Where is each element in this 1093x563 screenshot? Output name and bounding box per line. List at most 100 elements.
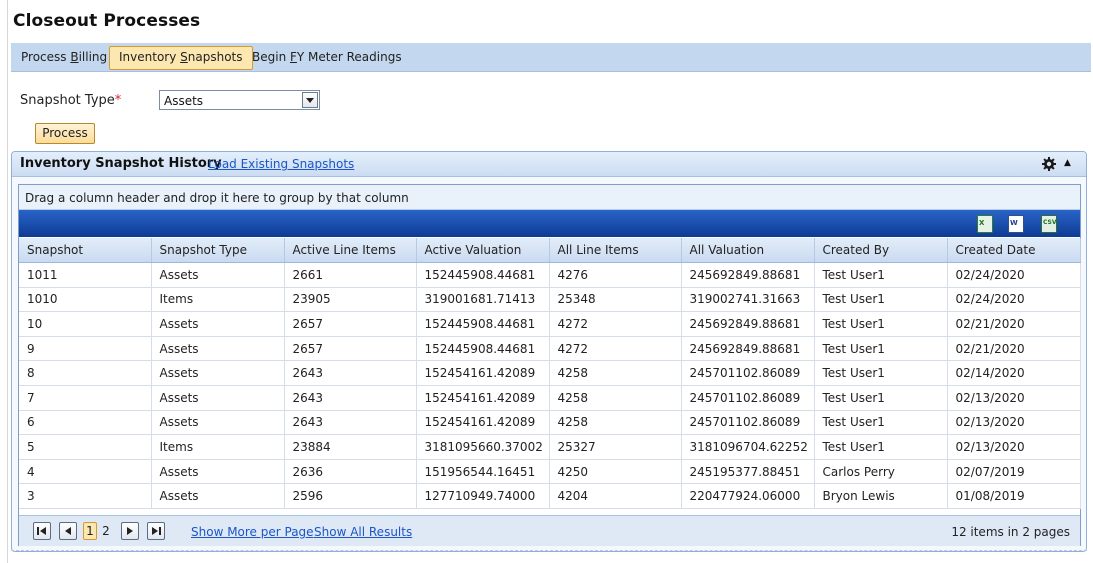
cell-created-date: 02/24/2020 <box>947 262 1081 288</box>
tab-accelerator: F <box>290 50 297 64</box>
panel-header: Inventory Snapshot History Load Existing… <box>12 152 1086 177</box>
page-number-current[interactable]: 1 <box>83 522 97 540</box>
table-row[interactable]: 10 Assets 2657 152445908.44681 4272 245692849… <box>19 311 1081 337</box>
word-export-icon[interactable]: W <box>1008 215 1024 233</box>
next-page-icon <box>127 527 133 535</box>
tab-process-billing[interactable]: Process Billing <box>12 46 116 68</box>
cell-created-by: Test User1 <box>814 287 948 313</box>
snapshot-type-value: Assets <box>164 94 204 108</box>
column-header-active-valuation[interactable]: Active Valuation <box>416 238 550 263</box>
process-button[interactable]: Process <box>35 123 95 144</box>
cell-active-line-items: 2643 <box>284 385 417 411</box>
pager-info: 12 items in 2 pages <box>951 525 1070 539</box>
cell-active-valuation: 151956544.16451 <box>416 459 550 485</box>
cell-snapshot: 4 <box>19 459 152 485</box>
table-row[interactable]: 1011 Assets 2661 152445908.44681 4276 2456928… <box>19 262 1081 288</box>
cell-active-valuation: 152454161.42089 <box>416 410 550 436</box>
cell-active-valuation: 3181095660.37002 <box>416 434 550 460</box>
column-header-snapshot-type[interactable]: Snapshot Type <box>151 238 285 263</box>
column-header-active-line-items[interactable]: Active Line Items <box>284 238 417 263</box>
cell-active-line-items: 2657 <box>284 336 417 362</box>
table-row[interactable]: 3 Assets 2596 127710949.74000 4204 220477924.… <box>19 483 1081 509</box>
cell-snapshot: 1010 <box>19 287 152 313</box>
cell-all-valuation: 319002741.31663 <box>681 287 815 313</box>
cell-all-valuation: 245692849.88681 <box>681 336 815 362</box>
tab-label-start: Inventory <box>119 50 181 64</box>
column-header-all-line-items[interactable]: All Line Items <box>549 238 682 263</box>
cell-all-line-items: 4250 <box>549 459 682 485</box>
inventory-snapshot-history-panel: Inventory Snapshot History Load Existing… <box>11 151 1087 552</box>
cell-created-date: 02/24/2020 <box>947 287 1081 313</box>
show-all-results-link[interactable]: Show All Results <box>314 525 412 539</box>
cell-snapshot-type: Items <box>151 434 285 460</box>
cell-all-valuation: 245692849.88681 <box>681 311 815 337</box>
cell-all-line-items: 4272 <box>549 336 682 362</box>
load-existing-snapshots-link[interactable]: Load Existing Snapshots <box>208 157 354 171</box>
table-row[interactable]: 8 Assets 2643 152454161.42089 4258 245701102.… <box>19 360 1081 386</box>
cell-created-date: 02/14/2020 <box>947 360 1081 386</box>
cell-all-line-items: 25327 <box>549 434 682 460</box>
cell-created-by: Bryon Lewis <box>814 483 948 509</box>
tab-begin-fy-meter-readings[interactable]: Begin FY Meter Readings <box>243 46 411 68</box>
cell-all-line-items: 4272 <box>549 311 682 337</box>
cell-snapshot: 5 <box>19 434 152 460</box>
cell-all-valuation: 245701102.86089 <box>681 385 815 411</box>
cell-snapshot: 8 <box>19 360 152 386</box>
cell-created-by: Test User1 <box>814 336 948 362</box>
gear-icon[interactable] <box>1041 156 1057 172</box>
cell-active-valuation: 152445908.44681 <box>416 336 550 362</box>
table-row[interactable]: 7 Assets 2643 152454161.42089 4258 245701102.… <box>19 385 1081 411</box>
cell-created-date: 02/13/2020 <box>947 434 1081 460</box>
cell-created-by: Test User1 <box>814 410 948 436</box>
cell-active-line-items: 2636 <box>284 459 417 485</box>
last-page-button[interactable] <box>147 522 165 540</box>
tab-inventory-snapshots[interactable]: Inventory Snapshots <box>109 46 253 70</box>
cell-created-date: 02/21/2020 <box>947 336 1081 362</box>
previous-page-button[interactable] <box>59 522 77 540</box>
cell-all-line-items: 25348 <box>549 287 682 313</box>
column-header-created-by[interactable]: Created By <box>814 238 948 263</box>
snapshot-grid: Drag a column header and drop it here to… <box>18 184 1081 546</box>
cell-snapshot: 3 <box>19 483 152 509</box>
snapshot-type-label-text: Snapshot Type <box>20 93 115 108</box>
next-page-button[interactable] <box>121 522 139 540</box>
table-row[interactable]: 6 Assets 2643 152454161.42089 4258 245701102.… <box>19 410 1081 436</box>
table-row[interactable]: 5 Items 23884 3181095660.37002 25327 31810967… <box>19 434 1081 460</box>
cell-snapshot: 10 <box>19 311 152 337</box>
cell-snapshot-type: Assets <box>151 311 285 337</box>
tab-accelerator: B <box>70 50 79 64</box>
cell-all-valuation: 245692849.88681 <box>681 262 815 288</box>
page-title: Closeout Processes <box>13 11 201 31</box>
group-by-panel[interactable]: Drag a column header and drop it here to… <box>19 185 1080 210</box>
panel-divider <box>11 550 1087 551</box>
cell-active-line-items: 2661 <box>284 262 417 288</box>
table-row[interactable]: 4 Assets 2636 151956544.16451 4250 245195377.… <box>19 459 1081 485</box>
cell-all-valuation: 3181096704.62252 <box>681 434 815 460</box>
cell-created-date: 02/13/2020 <box>947 385 1081 411</box>
cell-active-valuation: 152454161.42089 <box>416 385 550 411</box>
snapshot-type-select[interactable]: Assets <box>159 90 320 110</box>
first-page-icon <box>37 527 46 535</box>
cell-snapshot-type: Assets <box>151 459 285 485</box>
excel-export-icon[interactable]: X <box>977 215 993 233</box>
column-header-snapshot[interactable]: Snapshot <box>19 238 152 263</box>
collapse-arrow-icon[interactable]: ▲ <box>1064 158 1071 168</box>
csv-export-icon[interactable]: CSV <box>1041 215 1057 233</box>
cell-snapshot-type: Assets <box>151 360 285 386</box>
column-header-all-valuation[interactable]: All Valuation <box>681 238 815 263</box>
first-page-button[interactable] <box>33 522 51 540</box>
cell-active-valuation: 127710949.74000 <box>416 483 550 509</box>
cell-created-date: 02/13/2020 <box>947 410 1081 436</box>
cell-created-by: Test User1 <box>814 262 948 288</box>
table-row[interactable]: 1010 Items 23905 319001681.71413 25348 319002… <box>19 287 1081 313</box>
chevron-down-icon[interactable] <box>302 92 318 108</box>
page-number[interactable]: 2 <box>99 522 113 540</box>
grid-toolbar: X W CSV <box>19 210 1080 237</box>
tab-label-end: napshots <box>187 50 243 64</box>
column-header-created-date[interactable]: Created Date <box>947 238 1081 263</box>
group-by-hint: Drag a column header and drop it here to… <box>25 191 409 205</box>
show-more-per-page-link[interactable]: Show More per Page <box>191 525 314 539</box>
cell-snapshot-type: Assets <box>151 385 285 411</box>
table-row[interactable]: 9 Assets 2657 152445908.44681 4272 245692849.… <box>19 336 1081 362</box>
cell-snapshot-type: Assets <box>151 483 285 509</box>
